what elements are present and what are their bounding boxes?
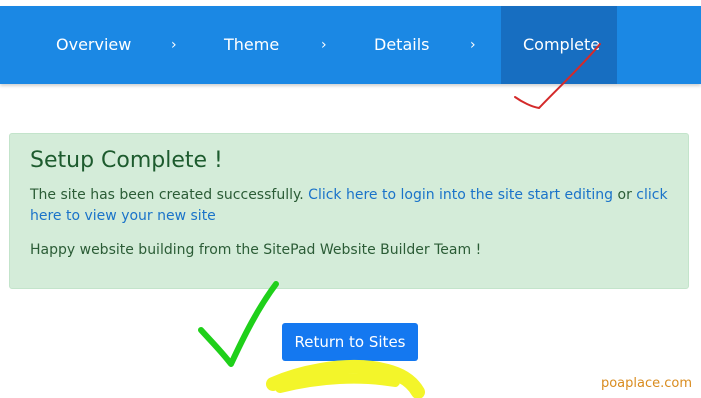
alert-message: The site has been created successfully. … (30, 185, 680, 227)
alert-text-created: The site has been created successfully. (30, 187, 304, 203)
yellow-highlight-stroke-2 (275, 373, 400, 393)
alert-text-or: or (617, 187, 632, 203)
login-link[interactable]: Click here to login into the site start … (308, 187, 613, 203)
chevron-right-icon: › (470, 37, 476, 53)
return-to-sites-button[interactable]: Return to Sites (282, 323, 418, 361)
chevron-right-icon: › (171, 37, 177, 53)
step-complete[interactable]: Complete (523, 6, 600, 84)
step-overview[interactable]: Overview (56, 6, 131, 84)
step-details[interactable]: Details (374, 6, 429, 84)
yellow-highlight-stroke (266, 359, 425, 398)
watermark-text: poaplace.com (600, 376, 692, 391)
alert-title: Setup Complete ! (30, 148, 223, 173)
green-checkmark-icon (198, 281, 279, 367)
alert-footer: Happy website building from the SitePad … (30, 242, 482, 258)
page-root: Overview › Theme › Details › Complete Se… (0, 0, 701, 398)
success-alert: Setup Complete ! The site has been creat… (9, 133, 689, 289)
step-theme[interactable]: Theme (224, 6, 279, 84)
chevron-right-icon: › (321, 37, 327, 53)
wizard-stepper: Overview › Theme › Details › Complete (0, 6, 701, 84)
